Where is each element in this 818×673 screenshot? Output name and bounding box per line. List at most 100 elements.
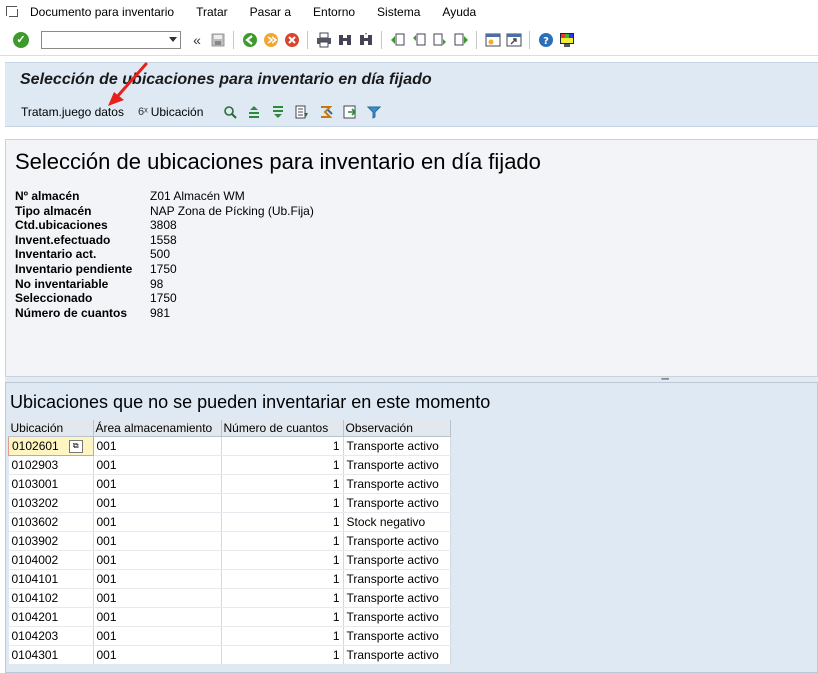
table-cell[interactable]: 0103202: [8, 493, 94, 513]
table-row[interactable]: 0102601 ⧉ 001 1 Transporte activo: [8, 436, 451, 456]
table-cell[interactable]: 001: [93, 455, 222, 475]
table-cell[interactable]: Transporte activo: [343, 550, 451, 570]
table-cell[interactable]: Stock negativo: [343, 512, 451, 532]
table-cell[interactable]: Transporte activo: [343, 645, 451, 665]
command-field[interactable]: [41, 31, 181, 49]
table-cell[interactable]: 1: [221, 569, 344, 589]
table-cell[interactable]: 001: [93, 588, 222, 608]
help-icon[interactable]: ?: [538, 32, 554, 48]
table-cell[interactable]: 1: [221, 607, 344, 627]
sort-ascending-icon[interactable]: [247, 105, 261, 119]
table-cell[interactable]: 1: [221, 474, 344, 494]
new-session-icon[interactable]: [485, 32, 501, 48]
customize-layout-icon[interactable]: [559, 32, 575, 48]
table-cell[interactable]: 001: [93, 569, 222, 589]
system-menu-icon[interactable]: [6, 6, 20, 18]
table-row[interactable]: 0104101 001 1 Transporte activo: [8, 569, 451, 589]
table-cell[interactable]: Transporte activo: [343, 455, 451, 475]
enter-check-icon[interactable]: ✓: [13, 32, 29, 48]
table-cell[interactable]: 0103001: [8, 474, 94, 494]
table-cell[interactable]: 1: [221, 645, 344, 665]
back-icon[interactable]: [242, 32, 258, 48]
table-cell[interactable]: 001: [93, 474, 222, 494]
table-cell[interactable]: 0102903: [8, 455, 94, 475]
table-cell[interactable]: 001: [93, 531, 222, 551]
column-header[interactable]: Ubicación: [8, 420, 94, 437]
table-row[interactable]: 0104002 001 1 Transporte activo: [8, 550, 451, 570]
table-cell[interactable]: 0104201: [8, 607, 94, 627]
sort-descending-icon[interactable]: [271, 105, 285, 119]
history-back-icon[interactable]: «: [189, 32, 205, 48]
table-cell[interactable]: Transporte activo: [343, 531, 451, 551]
shortcut-icon[interactable]: [506, 32, 522, 48]
table-row[interactable]: 0103602 001 1 Stock negativo: [8, 512, 451, 532]
export-icon[interactable]: [343, 105, 357, 119]
table-row[interactable]: 0103902 001 1 Transporte activo: [8, 531, 451, 551]
table-cell[interactable]: 0104203: [8, 626, 94, 646]
find-next-icon[interactable]: [358, 32, 374, 48]
table-cell[interactable]: 001: [93, 607, 222, 627]
table-cell[interactable]: Transporte activo: [343, 588, 451, 608]
table-cell[interactable]: 1: [221, 436, 344, 456]
table-cell[interactable]: Transporte activo: [343, 493, 451, 513]
table-cell[interactable]: 1: [221, 531, 344, 551]
table-cell[interactable]: Transporte activo: [343, 474, 451, 494]
find-icon[interactable]: [337, 32, 353, 48]
menu-entorno[interactable]: Entorno: [313, 5, 355, 19]
table-cell[interactable]: 001: [93, 512, 222, 532]
table-cell[interactable]: 0103602: [8, 512, 94, 532]
table-cell[interactable]: 1: [221, 588, 344, 608]
menu-pasar-a[interactable]: Pasar a: [250, 5, 291, 19]
table-cell[interactable]: 0102601 ⧉: [8, 436, 94, 456]
table-cell[interactable]: Transporte activo: [343, 569, 451, 589]
table-cell[interactable]: 001: [93, 550, 222, 570]
cancel-icon[interactable]: [284, 32, 300, 48]
menu-documento[interactable]: Documento para inventario: [30, 5, 174, 19]
previous-page-icon[interactable]: [411, 32, 427, 48]
table-cell[interactable]: 1: [221, 626, 344, 646]
table-cell[interactable]: Transporte activo: [343, 626, 451, 646]
column-header[interactable]: Observación: [343, 420, 451, 437]
next-page-icon[interactable]: [432, 32, 448, 48]
table-row[interactable]: 0104203 001 1 Transporte activo: [8, 626, 451, 646]
table-cell[interactable]: 0104301: [8, 645, 94, 665]
table-cell[interactable]: Transporte activo: [343, 436, 451, 456]
table-row[interactable]: 0104201 001 1 Transporte activo: [8, 607, 451, 627]
menu-ayuda[interactable]: Ayuda: [442, 5, 476, 19]
total-icon[interactable]: [319, 105, 334, 119]
menu-sistema[interactable]: Sistema: [377, 5, 420, 19]
table-cell[interactable]: 0104002: [8, 550, 94, 570]
print-icon[interactable]: [316, 32, 332, 48]
table-cell[interactable]: 001: [93, 493, 222, 513]
table-cell[interactable]: 1: [221, 512, 344, 532]
table-row[interactable]: 0103001 001 1 Transporte activo: [8, 474, 451, 494]
menu-tratar[interactable]: Tratar: [196, 5, 228, 19]
table-cell[interactable]: 0104101: [8, 569, 94, 589]
first-page-icon[interactable]: [390, 32, 406, 48]
save-icon[interactable]: [210, 32, 226, 48]
command-input[interactable]: [44, 33, 166, 49]
last-page-icon[interactable]: [453, 32, 469, 48]
table-cell[interactable]: Transporte activo: [343, 607, 451, 627]
table-row[interactable]: 0104301 001 1 Transporte activo: [8, 645, 451, 665]
column-header[interactable]: Número de cuantos: [221, 420, 344, 437]
table-cell[interactable]: 1: [221, 550, 344, 570]
table-cell[interactable]: 0103902: [8, 531, 94, 551]
table-row[interactable]: 0102903 001 1 Transporte activo: [8, 455, 451, 475]
column-header[interactable]: Área almacenamiento: [93, 420, 222, 437]
table-cell[interactable]: 001: [93, 626, 222, 646]
table-cell[interactable]: 1: [221, 455, 344, 475]
filter-icon[interactable]: [367, 105, 382, 119]
value-help-icon[interactable]: ⧉: [68, 440, 83, 454]
table-cell[interactable]: 001: [93, 645, 222, 665]
table-cell[interactable]: 001: [93, 436, 222, 456]
table-cell[interactable]: 0104102: [8, 588, 94, 608]
filter-list-icon[interactable]: [295, 105, 309, 119]
details-icon[interactable]: [223, 105, 238, 119]
exit-icon[interactable]: [263, 32, 279, 48]
table-cell[interactable]: 1: [221, 493, 344, 513]
table-row[interactable]: 0104102 001 1 Transporte activo: [8, 588, 451, 608]
table-row[interactable]: 0103202 001 1 Transporte activo: [8, 493, 451, 513]
chevron-down-icon[interactable]: [169, 37, 177, 42]
dataset-button[interactable]: Tratam.juego datos: [21, 105, 124, 119]
